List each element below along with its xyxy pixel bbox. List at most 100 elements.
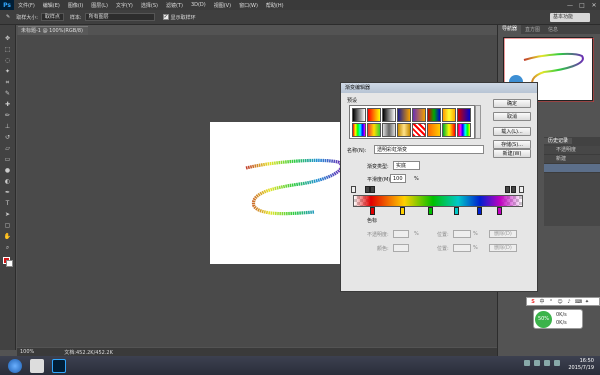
preset-swatch[interactable] (367, 123, 381, 137)
preset-swatch[interactable] (352, 108, 366, 122)
preset-swatch[interactable] (442, 123, 456, 137)
color-stop[interactable] (454, 207, 459, 215)
tray-icon[interactable] (544, 360, 550, 366)
type-tool-icon[interactable]: T (3, 200, 13, 208)
sogou-logo-icon[interactable]: S (530, 299, 536, 305)
color-stop[interactable] (497, 207, 502, 215)
blur-tool-icon[interactable]: ● (3, 167, 13, 175)
gradient-name-field[interactable]: 透明彩虹渐变 (374, 145, 484, 154)
punctuation-icon[interactable]: ° (548, 299, 554, 305)
eyedropper-icon[interactable]: ✎ (6, 14, 10, 20)
preset-swatch[interactable] (412, 123, 426, 137)
show-ring-checkbox[interactable]: ✓ (162, 14, 169, 20)
photoshop-taskbar-icon[interactable] (52, 358, 66, 373)
delete-color-stop-button[interactable]: 删除(D) (489, 244, 517, 252)
preset-swatch[interactable] (382, 108, 396, 122)
file-explorer-icon[interactable] (30, 358, 44, 373)
close-button[interactable]: ✕ (588, 0, 600, 10)
lasso-tool-icon[interactable]: ◌ (3, 57, 13, 65)
preset-swatch[interactable] (397, 123, 411, 137)
tab-history[interactable]: 历史记录 (544, 138, 573, 144)
preset-swatch[interactable] (457, 108, 471, 122)
history-item[interactable]: 新建 (544, 155, 600, 164)
color-stop[interactable] (370, 207, 375, 215)
history-item[interactable]: 不透明度 (544, 146, 600, 155)
marquee-tool-icon[interactable]: ⬚ (3, 46, 13, 54)
opacity-stop[interactable] (511, 186, 516, 193)
menu-select[interactable]: 选择(S) (137, 2, 162, 9)
preset-swatch[interactable] (352, 123, 366, 137)
tab-navigator[interactable]: 导航器 (498, 25, 522, 34)
menu-filter[interactable]: 滤镜(T) (162, 2, 187, 9)
menu-3d[interactable]: 3D(D) (187, 2, 210, 8)
menu-edit[interactable]: 编辑(E) (39, 2, 64, 9)
delete-opacity-stop-button[interactable]: 删除(D) (489, 230, 517, 238)
gradient-tool-icon[interactable]: ▭ (3, 156, 13, 164)
shape-tool-icon[interactable]: ▢ (3, 222, 13, 230)
cancel-button[interactable]: 取消 (493, 112, 531, 121)
preset-swatch[interactable] (427, 108, 441, 122)
color-stop[interactable] (477, 207, 482, 215)
new-button[interactable]: 新建(W) (493, 149, 531, 158)
emoji-icon[interactable]: ☺ (557, 299, 563, 305)
menu-window[interactable]: 窗口(W) (235, 2, 262, 9)
menu-help[interactable]: 帮助(H) (262, 2, 288, 9)
preset-swatch[interactable] (457, 123, 471, 137)
tab-info[interactable]: 信息 (544, 26, 562, 33)
smoothness-field[interactable]: 100 (390, 174, 406, 183)
color-field[interactable] (393, 244, 409, 252)
document-tab[interactable]: 未标题-1 @ 100%(RGB/8) (18, 26, 88, 35)
language-icon[interactable]: 中 (539, 299, 545, 305)
preset-swatch[interactable] (397, 108, 411, 122)
opacity-field[interactable] (393, 230, 409, 238)
tray-icon[interactable] (524, 360, 530, 366)
clone-stamp-icon[interactable]: ⊥ (3, 123, 13, 131)
color-location-field[interactable] (453, 244, 471, 252)
history-item[interactable] (544, 164, 600, 173)
preset-swatch[interactable] (367, 108, 381, 122)
gradient-preview-bar[interactable] (353, 195, 523, 207)
keyboard-icon[interactable]: ⌨ (575, 299, 582, 305)
background-color-swatch[interactable] (5, 260, 13, 267)
opacity-stop[interactable] (519, 186, 524, 193)
tab-histogram[interactable]: 直方图 (521, 26, 544, 33)
preset-swatch[interactable] (442, 108, 456, 122)
sample-select[interactable]: 所有图层 (84, 13, 155, 21)
menu-layer[interactable]: 图层(L) (87, 2, 112, 9)
opacity-stop[interactable] (370, 186, 375, 193)
menu-type[interactable]: 文字(Y) (112, 2, 137, 9)
system-clock[interactable]: 16:50 2015/7/19 (568, 358, 594, 372)
workspace-select[interactable]: 基本功能 (550, 13, 590, 22)
menu-file[interactable]: 文件(F) (14, 2, 39, 9)
load-button[interactable]: 载入(L)... (493, 127, 531, 136)
magic-wand-icon[interactable]: ✦ (3, 68, 13, 76)
brush-tool-icon[interactable]: ✏ (3, 112, 13, 120)
color-stop[interactable] (400, 207, 405, 215)
hand-tool-icon[interactable]: ✋ (3, 233, 13, 241)
preset-swatch[interactable] (382, 123, 396, 137)
start-button-icon[interactable] (8, 358, 22, 373)
save-button[interactable]: 存储(S)... (493, 140, 531, 149)
path-selection-icon[interactable]: ➤ (3, 211, 13, 219)
volume-icon[interactable] (554, 360, 560, 366)
crop-tool-icon[interactable]: ⌗ (3, 79, 13, 87)
color-stop[interactable] (428, 207, 433, 215)
sample-size-select[interactable]: 取样点 (40, 13, 64, 21)
mic-icon[interactable]: ♪ (566, 299, 572, 305)
tray-icon[interactable] (534, 360, 540, 366)
opacity-stop[interactable] (351, 186, 356, 193)
maximize-button[interactable]: □ (576, 0, 588, 10)
eraser-tool-icon[interactable]: ▱ (3, 145, 13, 153)
dodge-tool-icon[interactable]: ◐ (3, 178, 13, 186)
healing-brush-icon[interactable]: ✚ (3, 101, 13, 109)
network-speed-widget[interactable]: 50% 0K/s 0K/s (533, 309, 583, 329)
history-brush-icon[interactable]: ↺ (3, 134, 13, 142)
gradient-type-select[interactable]: 实底 (393, 161, 420, 170)
opacity-stop[interactable] (505, 186, 510, 193)
ok-button[interactable]: 确定 (493, 99, 531, 108)
tools-icon[interactable]: ✦ (584, 299, 590, 305)
zoom-tool-icon[interactable]: ⌕ (3, 244, 13, 252)
preset-swatch[interactable] (412, 108, 426, 122)
eyedropper-tool-icon[interactable]: ✎ (3, 90, 13, 98)
minimize-button[interactable]: — (564, 0, 576, 10)
